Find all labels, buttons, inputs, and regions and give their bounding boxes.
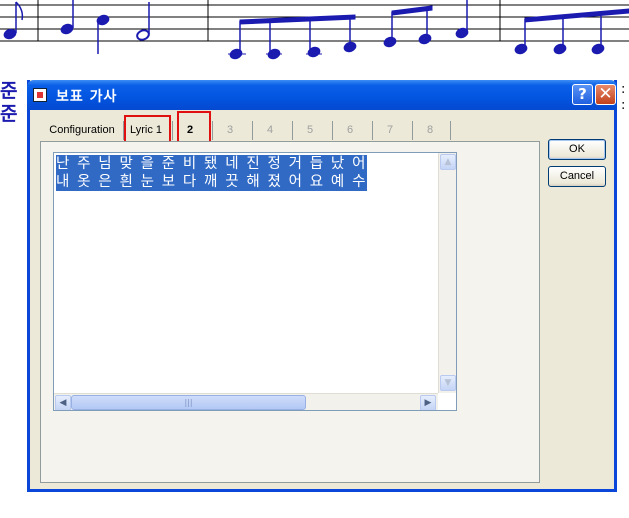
scroll-down-icon[interactable]: ▼ [440,375,456,391]
tab-lyric-3[interactable]: 3 [220,120,240,141]
tab-lyric-8[interactable]: 8 [420,120,440,141]
horizontal-scroll-thumb[interactable]: ||| [71,395,306,410]
tab-lyric-7[interactable]: 7 [380,120,400,141]
lyric-line-1: 난 주 님 맞 을 준 비 됐 네 진 정 거 듭 났 어 [56,155,368,173]
score-mark: : [621,98,626,113]
close-icon: ✕ [598,84,613,104]
score-lyric-fragment: 준 준 [0,80,22,126]
note-head [418,33,432,45]
scroll-up-icon[interactable]: ▲ [440,154,456,170]
dialog-titlebar[interactable]: 보표 가사 ? ✕ [27,80,617,110]
lyric-glyph: 준 [0,80,18,102]
tab-separator [250,121,253,140]
score-right-marks: : : [621,82,625,114]
cancel-button[interactable]: Cancel [548,166,606,187]
lyrics-textarea[interactable]: 난 주 님 맞 을 준 비 됐 네 진 정 거 듭 났 어 내 옷 은 흰 눈 … [53,152,457,411]
tab-lyric-4[interactable]: 4 [260,120,280,141]
note-head [60,23,74,35]
lyric-glyph: 준 [0,103,18,125]
note-head [3,28,17,40]
help-button[interactable]: ? [572,84,593,105]
tab-separator [370,121,373,140]
scroll-right-icon[interactable]: ▶ [420,395,436,410]
tab-lyric-5[interactable]: 5 [300,120,320,141]
app-icon [33,88,47,102]
close-button[interactable]: ✕ [595,84,616,105]
tab-separator [448,121,451,140]
note-head [383,36,397,48]
lyrics-dialog: 보표 가사 ? ✕ Configuration Lyric 1 2 3 4 5 … [27,80,617,492]
music-score [0,0,629,60]
tab-separator [330,121,333,140]
beam [239,14,356,25]
beam [391,5,433,16]
note-head [307,46,321,58]
vertical-scrollbar[interactable]: ▲ ▼ [438,153,456,393]
note-head-half [136,29,150,41]
horizontal-scrollbar[interactable]: ◀ ||| ▶ [54,393,438,410]
beam [524,8,629,23]
note-head [591,43,605,55]
score-mark: : [621,82,626,97]
tab-lyric-6[interactable]: 6 [340,120,360,141]
lyric-line-2: 내 옷 은 흰 눈 보 다 깨 끗 해 졌 어 요 예 수 [56,173,368,191]
tab-configuration[interactable]: Configuration [42,120,122,141]
tab-separator [290,121,293,140]
dialog-title: 보표 가사 [56,89,118,105]
scroll-left-icon[interactable]: ◀ [55,395,71,410]
note-head [553,43,567,55]
note-head [343,41,357,53]
note-head [514,43,528,55]
ok-button[interactable]: OK [548,139,606,160]
tab-separator [410,121,413,140]
help-icon: ? [578,85,587,103]
